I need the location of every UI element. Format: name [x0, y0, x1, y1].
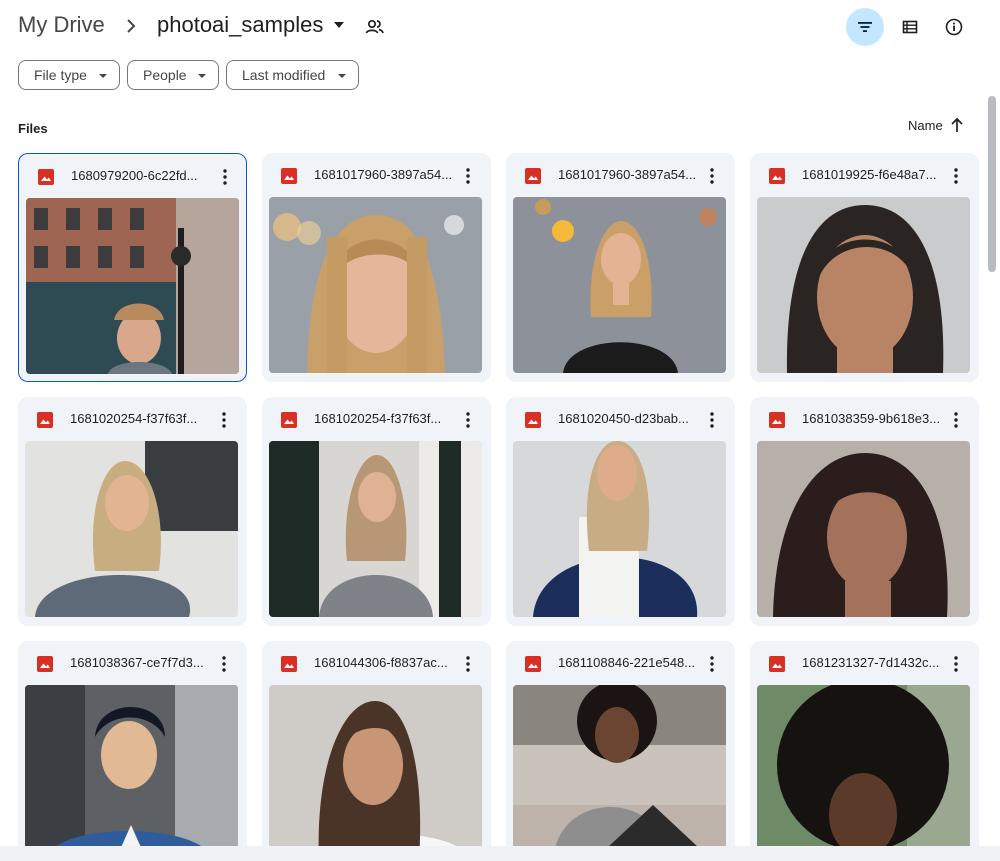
- file-name: 1681020254-f37f63f...: [314, 411, 442, 426]
- caret-down-icon: [338, 74, 346, 78]
- file-thumbnail: [757, 441, 970, 617]
- image-file-icon: [281, 656, 297, 672]
- more-vert-icon[interactable]: [459, 409, 477, 431]
- file-card[interactable]: 1681020254-f37f63f...: [18, 397, 247, 626]
- image-file-icon: [38, 169, 54, 185]
- list-view-icon: [902, 20, 918, 34]
- window-bottom-edge: [0, 846, 1000, 861]
- more-vert-icon[interactable]: [703, 409, 721, 431]
- list-view-button[interactable]: [891, 8, 929, 46]
- file-card[interactable]: 1681019925-f6e48a7...: [750, 153, 979, 382]
- more-vert-icon[interactable]: [215, 653, 233, 675]
- image-file-icon: [281, 168, 297, 184]
- file-thumbnail: [269, 685, 482, 861]
- file-name: 1681017960-3897a54...: [558, 167, 697, 182]
- filter-chip-label: Last modified: [242, 67, 326, 83]
- filter-icon: [858, 22, 872, 32]
- file-thumbnail: [25, 685, 238, 861]
- file-card[interactable]: 1681038367-ce7f7d3...: [18, 641, 247, 861]
- image-file-icon: [525, 656, 541, 672]
- file-card[interactable]: 1681017960-3897a54...: [262, 153, 491, 382]
- file-thumbnail: [26, 198, 239, 374]
- breadcrumb-my-drive[interactable]: My Drive: [18, 12, 105, 38]
- file-name: 1681108846-221e548...: [558, 655, 696, 670]
- image-file-icon: [769, 656, 785, 672]
- more-vert-icon[interactable]: [947, 165, 965, 187]
- file-card[interactable]: 1681044306-f8837ac...: [262, 641, 491, 861]
- file-thumbnail: [25, 441, 238, 617]
- file-thumbnail: [757, 685, 970, 861]
- file-name: 1681020254-f37f63f...: [70, 411, 198, 426]
- breadcrumb-current-folder[interactable]: photoai_samples: [157, 12, 323, 38]
- file-thumbnail: [269, 441, 482, 617]
- header: My Drive photoai_samples: [0, 0, 1000, 54]
- section-title: Files: [18, 121, 48, 136]
- image-file-icon: [525, 168, 541, 184]
- file-grid: 1680979200-6c22fd... 1681017960-3897a54.…: [18, 153, 980, 861]
- file-card[interactable]: 1681108846-221e548...: [506, 641, 735, 861]
- more-vert-icon[interactable]: [947, 409, 965, 431]
- filter-chip-last-modified[interactable]: Last modified: [226, 60, 359, 90]
- filter-chip-label: People: [143, 67, 187, 83]
- file-card[interactable]: 1681038359-9b618e3...: [750, 397, 979, 626]
- file-name: 1681038359-9b618e3...: [802, 411, 941, 426]
- file-card[interactable]: 1681017960-3897a54...: [506, 153, 735, 382]
- filter-chip-label: File type: [34, 67, 87, 83]
- file-name: 1681020450-d23bab...: [558, 411, 689, 426]
- image-file-icon: [281, 412, 297, 428]
- more-vert-icon[interactable]: [215, 409, 233, 431]
- filter-button[interactable]: [846, 8, 884, 46]
- caret-down-icon: [198, 74, 206, 78]
- file-name: 1680979200-6c22fd...: [71, 168, 198, 183]
- more-vert-icon[interactable]: [947, 653, 965, 675]
- filter-chip-people[interactable]: People: [127, 60, 219, 90]
- image-file-icon: [37, 412, 53, 428]
- file-thumbnail: [513, 441, 726, 617]
- image-file-icon: [769, 412, 785, 428]
- file-name: 1681019925-f6e48a7...: [802, 167, 937, 182]
- people-icon[interactable]: [364, 16, 386, 38]
- filter-chip-file-type[interactable]: File type: [18, 60, 120, 90]
- file-card[interactable]: 1680979200-6c22fd...: [18, 153, 247, 382]
- details-button[interactable]: [935, 8, 973, 46]
- more-vert-icon[interactable]: [459, 653, 477, 675]
- scrollbar-thumb[interactable]: [988, 96, 996, 272]
- more-vert-icon[interactable]: [703, 165, 721, 187]
- file-card[interactable]: 1681020254-f37f63f...: [262, 397, 491, 626]
- file-thumbnail: [757, 197, 970, 373]
- more-vert-icon[interactable]: [459, 165, 477, 187]
- image-file-icon: [769, 168, 785, 184]
- file-name: 1681044306-f8837ac...: [314, 655, 448, 670]
- file-thumbnail: [513, 685, 726, 861]
- chevron-right-icon: [122, 14, 142, 38]
- sort-by-name-button[interactable]: Name: [908, 118, 943, 133]
- file-card[interactable]: 1681020450-d23bab...: [506, 397, 735, 626]
- file-name: 1681231327-7d1432c...: [802, 655, 940, 670]
- arrow-up-icon[interactable]: [949, 116, 965, 134]
- more-vert-icon[interactable]: [703, 653, 721, 675]
- caret-down-icon[interactable]: [332, 18, 346, 32]
- file-name: 1681017960-3897a54...: [314, 167, 453, 182]
- more-vert-icon[interactable]: [216, 166, 234, 188]
- file-name: 1681038367-ce7f7d3...: [70, 655, 204, 670]
- caret-down-icon: [99, 74, 107, 78]
- file-thumbnail: [513, 197, 726, 373]
- info-icon: [945, 18, 963, 36]
- image-file-icon: [525, 412, 541, 428]
- image-file-icon: [37, 656, 53, 672]
- file-thumbnail: [269, 197, 482, 373]
- file-card[interactable]: 1681231327-7d1432c...: [750, 641, 979, 861]
